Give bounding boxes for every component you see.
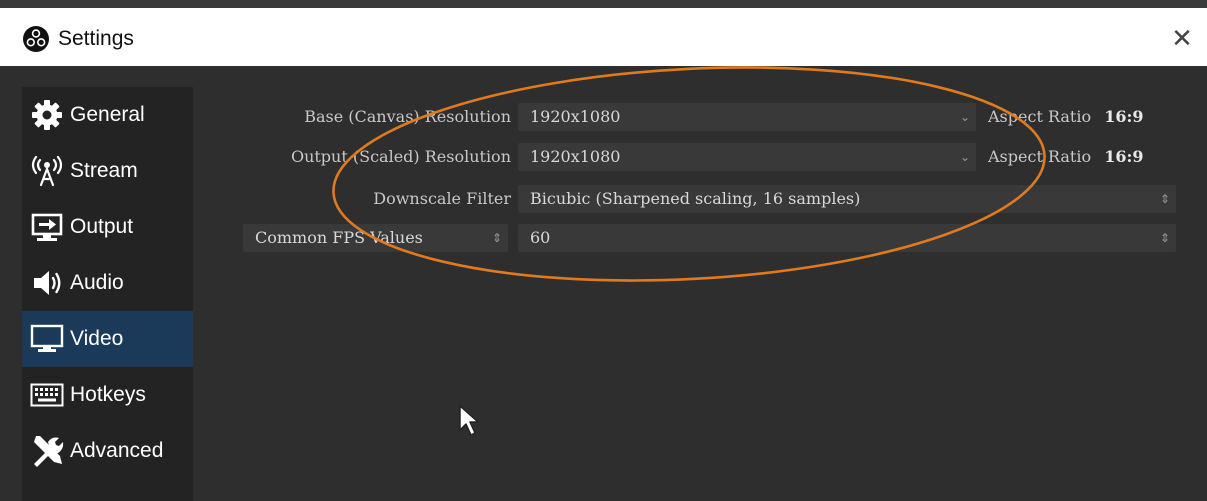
downscale-filter-row: Downscale Filter Bicubic (Sharpened scal… [193, 183, 1207, 215]
fps-row: Common FPS Values ⇕ 60 ⇕ [193, 222, 1207, 254]
fps-type-value: Common FPS Values [255, 228, 423, 247]
base-aspect-ratio: Aspect Ratio 16:9 [988, 101, 1144, 133]
sidebar-item-label: Video [70, 327, 124, 350]
updown-arrows-icon[interactable]: ⇕ [1154, 224, 1176, 252]
obs-logo-icon [23, 26, 49, 52]
gear-icon [28, 96, 66, 134]
output-resolution-row: Output (Scaled) Resolution 1920x1080 ⌄ A… [193, 141, 1207, 173]
output-icon [28, 208, 66, 246]
updown-arrows-icon[interactable]: ⇕ [1154, 185, 1176, 213]
output-aspect-ratio: Aspect Ratio 16:9 [988, 141, 1144, 173]
sidebar-item-stream[interactable]: Stream [22, 143, 193, 199]
chevron-down-icon[interactable]: ⌄ [954, 143, 976, 171]
sidebar-item-label: Hotkeys [70, 383, 146, 406]
base-resolution-value: 1920x1080 [530, 107, 621, 126]
sidebar-item-output[interactable]: Output [22, 199, 193, 255]
downscale-filter-label: Downscale Filter [373, 189, 511, 208]
sidebar-item-general[interactable]: General [22, 87, 193, 143]
keyboard-icon [28, 376, 66, 414]
sidebar-item-video[interactable]: Video [22, 311, 193, 367]
speaker-icon [28, 264, 66, 302]
fps-value: 60 [530, 228, 551, 247]
sidebar-item-audio[interactable]: Audio [22, 255, 193, 311]
sidebar-item-label: Audio [70, 271, 124, 294]
aspect-ratio-label: Aspect Ratio [988, 107, 1092, 126]
monitor-icon [28, 320, 66, 358]
broadcast-icon [28, 152, 66, 190]
close-icon[interactable]: ✕ [1168, 24, 1196, 52]
base-resolution-combo[interactable]: 1920x1080 ⌄ [518, 103, 976, 131]
aspect-ratio-value: 16:9 [1104, 107, 1144, 126]
mouse-cursor-icon [459, 405, 479, 436]
settings-window: Settings ✕ General Stream Output Audio V… [0, 0, 1207, 501]
window-top-edge [0, 0, 1207, 8]
sidebar-item-advanced[interactable]: Advanced [22, 423, 193, 479]
video-settings-panel: Base (Canvas) Resolution 1920x1080 ⌄ Asp… [193, 87, 1207, 501]
aspect-ratio-label: Aspect Ratio [988, 147, 1092, 166]
downscale-filter-select[interactable]: Bicubic (Sharpened scaling, 16 samples) … [518, 185, 1176, 213]
window-title: Settings [58, 27, 134, 50]
output-resolution-combo[interactable]: 1920x1080 ⌄ [518, 143, 976, 171]
output-resolution-value: 1920x1080 [530, 147, 621, 166]
updown-arrows-icon[interactable]: ⇕ [486, 224, 508, 252]
settings-sidebar: General Stream Output Audio Video Hotkey… [22, 87, 193, 501]
title-bar: Settings ✕ [0, 8, 1207, 66]
sidebar-item-hotkeys[interactable]: Hotkeys [22, 367, 193, 423]
sidebar-item-label: Output [70, 215, 134, 238]
sidebar-item-label: Stream [70, 159, 138, 182]
sidebar-item-label: Advanced [70, 439, 164, 462]
base-resolution-row: Base (Canvas) Resolution 1920x1080 ⌄ Asp… [193, 101, 1207, 133]
fps-type-select[interactable]: Common FPS Values ⇕ [243, 224, 508, 252]
aspect-ratio-value: 16:9 [1104, 147, 1144, 166]
downscale-filter-value: Bicubic (Sharpened scaling, 16 samples) [530, 189, 861, 208]
output-resolution-label: Output (Scaled) Resolution [290, 147, 511, 166]
sidebar-item-label: General [70, 103, 145, 126]
base-resolution-label: Base (Canvas) Resolution [304, 107, 511, 126]
tools-icon [28, 432, 66, 470]
chevron-down-icon[interactable]: ⌄ [954, 103, 976, 131]
fps-value-select[interactable]: 60 ⇕ [518, 224, 1176, 252]
